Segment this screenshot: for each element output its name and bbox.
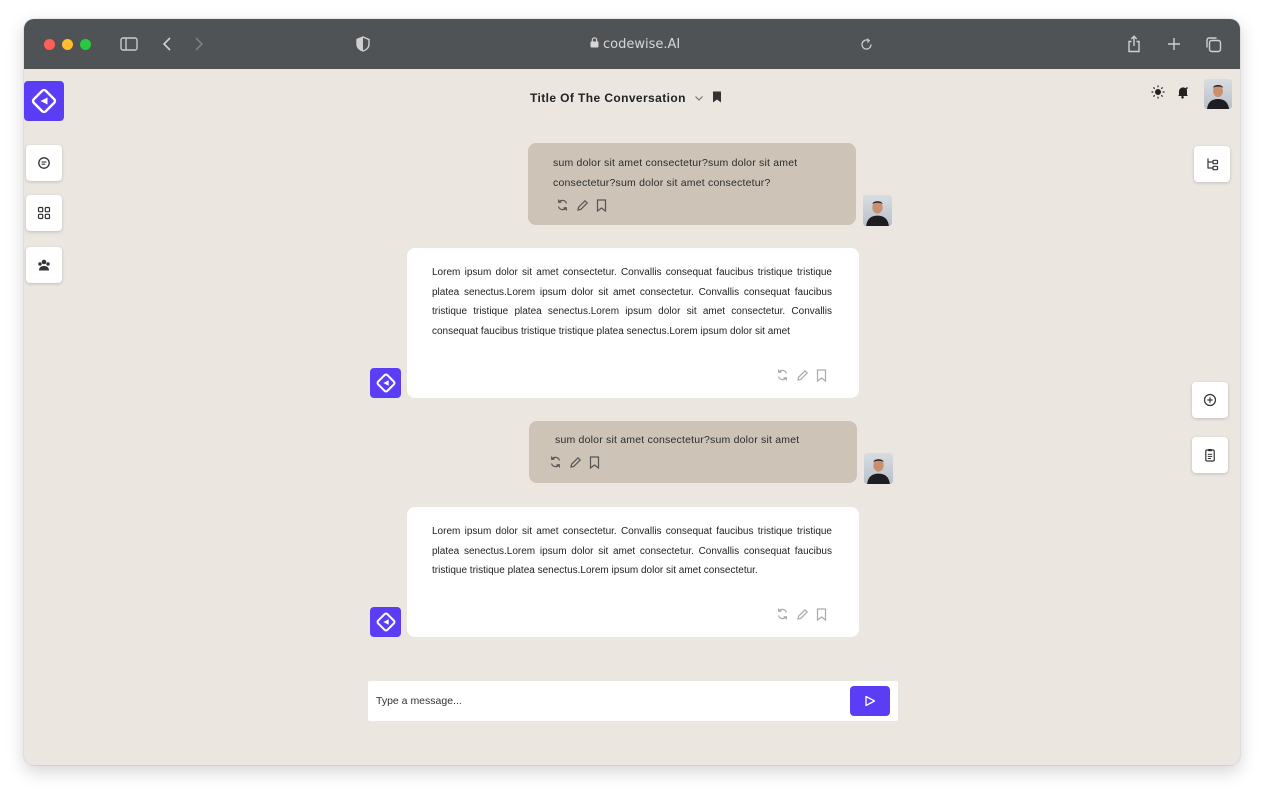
share-icon[interactable] — [1124, 33, 1144, 55]
logo-icon — [376, 612, 395, 632]
browser-toolbar: codewise.AI — [24, 19, 1240, 69]
notification-bell-icon[interactable] — [1175, 84, 1191, 100]
message-actions — [556, 198, 607, 219]
edit-icon[interactable] — [796, 608, 809, 629]
user-message: sum dolor sit amet consectetur?sum dolor… — [529, 421, 857, 483]
regenerate-icon[interactable] — [776, 607, 789, 629]
url-text: codewise.AI — [603, 36, 681, 52]
assistant-avatar — [370, 607, 401, 637]
assistant-message: Lorem ipsum dolor sit amet consectetur. … — [407, 248, 859, 398]
user-avatar — [864, 453, 893, 484]
message-text: sum dolor sit amet consectetur?sum dolor… — [553, 157, 798, 189]
lock-icon — [590, 36, 599, 52]
bookmark-filled-icon[interactable] — [712, 91, 722, 106]
grid-icon — [37, 206, 51, 220]
send-button[interactable] — [850, 686, 890, 716]
sidebar-apps-button[interactable] — [26, 195, 62, 231]
send-icon — [865, 695, 876, 707]
reload-icon[interactable] — [858, 33, 874, 55]
sun-icon[interactable] — [1150, 84, 1166, 100]
user-avatar — [863, 195, 892, 226]
message-actions — [776, 607, 827, 629]
bookmark-icon[interactable] — [816, 368, 827, 390]
chat-app: Title Of The Conversation sum dolor sit … — [24, 69, 1240, 765]
message-actions — [549, 455, 600, 476]
tree-icon — [1207, 158, 1219, 171]
add-button[interactable] — [1192, 382, 1228, 418]
logo-icon — [31, 88, 57, 114]
assistant-message: Lorem ipsum dolor sit amet consectetur. … — [407, 507, 859, 637]
clipboard-button[interactable] — [1192, 437, 1228, 473]
clipboard-icon — [1205, 449, 1215, 462]
address-bar[interactable]: codewise.AI — [590, 34, 680, 54]
user-avatar[interactable] — [1204, 79, 1232, 109]
bookmark-icon[interactable] — [596, 198, 607, 219]
app-logo[interactable] — [24, 81, 64, 121]
message-composer — [368, 681, 898, 721]
logo-icon — [376, 373, 395, 393]
assistant-avatar — [370, 368, 401, 398]
structure-tree-button[interactable] — [1194, 146, 1230, 182]
bookmark-icon[interactable] — [589, 455, 600, 476]
chat-icon — [38, 157, 50, 169]
user-message: sum dolor sit amet consectetur?sum dolor… — [528, 143, 856, 225]
edit-icon[interactable] — [569, 456, 582, 476]
regenerate-icon[interactable] — [549, 455, 562, 476]
conversation-title-bar[interactable]: Title Of The Conversation — [530, 89, 722, 107]
browser-window: codewise.AI Title Of The Conversation su… — [24, 19, 1240, 765]
edit-icon[interactable] — [796, 369, 809, 390]
sidebar-chat-button[interactable] — [26, 145, 62, 181]
message-text: Lorem ipsum dolor sit amet consectetur. … — [432, 526, 832, 576]
message-actions — [776, 368, 827, 390]
new-tab-icon[interactable] — [1164, 33, 1184, 55]
message-text: Lorem ipsum dolor sit amet consectetur. … — [432, 267, 832, 337]
community-icon — [38, 259, 50, 271]
regenerate-icon[interactable] — [776, 368, 789, 390]
message-text: sum dolor sit amet consectetur?sum dolor… — [555, 434, 800, 446]
tab-overview-icon[interactable] — [1202, 33, 1224, 55]
edit-icon[interactable] — [576, 199, 589, 219]
close-window-button[interactable] — [44, 39, 55, 50]
regenerate-icon[interactable] — [556, 198, 569, 219]
forward-icon[interactable] — [190, 33, 208, 55]
add-circle-icon — [1203, 393, 1217, 407]
bookmark-icon[interactable] — [816, 607, 827, 629]
chevron-down-icon[interactable] — [694, 91, 704, 105]
sidebar-toggle-icon[interactable] — [118, 33, 140, 55]
back-icon[interactable] — [158, 33, 176, 55]
privacy-shield-icon[interactable] — [354, 33, 372, 55]
minimize-window-button[interactable] — [62, 39, 73, 50]
maximize-window-button[interactable] — [80, 39, 91, 50]
sidebar-community-button[interactable] — [26, 247, 62, 283]
message-input[interactable] — [376, 692, 836, 710]
page-title: Title Of The Conversation — [530, 91, 686, 105]
